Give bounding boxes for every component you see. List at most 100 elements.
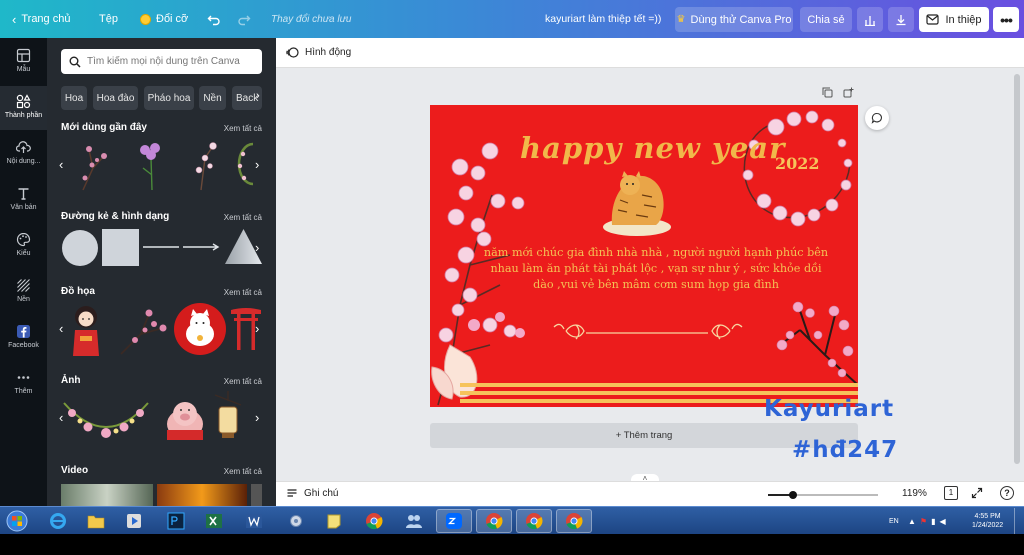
see-all-photos[interactable]: Xem tất cả: [224, 377, 262, 386]
chip-hoa[interactable]: Hoa: [61, 86, 87, 110]
page-count-button[interactable]: 1: [944, 486, 958, 500]
notes-button[interactable]: Ghi chú: [286, 487, 338, 499]
zoom-slider-track[interactable]: [768, 491, 878, 499]
photo-flower-garland-thumb[interactable]: [62, 393, 150, 445]
recent-wreath-thumb[interactable]: [235, 140, 257, 188]
see-all-graphics[interactable]: Xem tất cả: [224, 288, 262, 297]
video-thumb-2[interactable]: [157, 484, 247, 506]
recent-scroll-right[interactable]: ›: [255, 157, 259, 172]
signal-icon[interactable]: ▮: [931, 517, 935, 526]
taskbar-photoshop[interactable]: [158, 509, 194, 533]
recent-scroll-left[interactable]: ‹: [59, 157, 63, 172]
duplicate-page-icon[interactable]: [822, 87, 833, 98]
rail-item-facebook[interactable]: Facebook: [0, 324, 47, 362]
rail-item-uploads[interactable]: Nội dung...: [0, 140, 47, 178]
see-all-video[interactable]: Xem tất cả: [224, 467, 262, 476]
taskbar-excel[interactable]: [196, 509, 232, 533]
card-greeting-text[interactable]: happy new year: [520, 131, 785, 165]
help-button[interactable]: ?: [1000, 486, 1014, 500]
taskbar-app-people[interactable]: [396, 509, 432, 533]
graphic-plum-branch-thumb[interactable]: [119, 304, 169, 356]
card-wish-text[interactable]: năm mới chúc gia đình nhà nhà , người ng…: [476, 245, 836, 293]
zoom-level[interactable]: 119%: [902, 488, 927, 499]
undo-button[interactable]: [207, 0, 221, 38]
home-button[interactable]: ‹ Trang chủ: [12, 0, 70, 38]
resize-label: Đổi cỡ: [156, 13, 189, 25]
see-all-lines-shapes[interactable]: Xem tất cả: [224, 213, 262, 222]
fullscreen-icon[interactable]: [971, 487, 983, 499]
search-box[interactable]: [61, 49, 262, 74]
see-all-recent[interactable]: Xem tất cả: [224, 124, 262, 133]
taskbar-ie[interactable]: [40, 509, 76, 533]
wish-line: dào ,vui vẻ bên mâm cơm sum họp gia đình: [533, 278, 779, 291]
clock[interactable]: 4:55 PM 1/24/2022: [972, 507, 1003, 535]
taskbar-word[interactable]: [236, 509, 272, 533]
volume-icon[interactable]: ◀: [940, 517, 946, 526]
chip-nen[interactable]: Nền: [199, 86, 226, 110]
add-page-icon[interactable]: [843, 87, 854, 98]
show-desktop-button[interactable]: [1014, 508, 1022, 534]
photo-lantern-thumb[interactable]: [213, 391, 243, 445]
shape-circle-thumb[interactable]: [61, 229, 99, 267]
taskbar-chrome-4[interactable]: [556, 509, 592, 533]
upload-icon: [16, 141, 31, 153]
graphic-kokeshi-doll-thumb[interactable]: [70, 304, 102, 357]
print-button[interactable]: In thiệp: [919, 7, 989, 32]
section-title-graphics: Đồ họa: [61, 286, 95, 297]
chevron-right-icon: ›: [255, 410, 260, 425]
more-options-button[interactable]: •••: [993, 7, 1019, 32]
project-title[interactable]: kayuriart làm thiệp tết =)): [545, 0, 661, 38]
try-pro-button[interactable]: ♛ Dùng thử Canva Pro: [675, 7, 793, 32]
recent-blossom-branch-thumb[interactable]: [77, 138, 111, 192]
shapes-scroll-right[interactable]: ›: [255, 240, 259, 255]
rail-item-elements[interactable]: Thành phần: [0, 86, 47, 130]
vertical-scrollbar[interactable]: [1014, 74, 1020, 464]
insights-button[interactable]: [857, 7, 883, 32]
photos-scroll-right[interactable]: ›: [255, 410, 259, 425]
redo-button[interactable]: [237, 0, 251, 38]
share-button[interactable]: Chia sẻ: [800, 7, 852, 32]
chrome-icon: [566, 513, 583, 530]
graphic-lucky-cat-thumb[interactable]: [174, 303, 226, 355]
card-year-text[interactable]: 2022: [775, 154, 820, 173]
taskbar-explorer[interactable]: [78, 509, 114, 533]
taskbar-chrome-1[interactable]: [356, 509, 392, 533]
taskbar-chrome-3[interactable]: [516, 509, 552, 533]
taskbar-chrome-2[interactable]: [476, 509, 512, 533]
start-button[interactable]: [2, 509, 32, 533]
graphics-scroll-left[interactable]: ‹: [59, 321, 63, 336]
shape-arrow-line-thumb[interactable]: [183, 243, 221, 251]
graphics-scroll-right[interactable]: ›: [255, 321, 259, 336]
photo-piggy-thumb[interactable]: [163, 394, 207, 442]
tray-arrow-icon[interactable]: ▲: [908, 517, 916, 526]
rail-item-text[interactable]: Văn bản: [0, 186, 47, 224]
recent-pink-flower-thumb[interactable]: [135, 140, 167, 192]
taskbar-app-gear[interactable]: [278, 509, 314, 533]
animate-button[interactable]: Hình động: [286, 46, 351, 59]
recent-white-blossom-thumb[interactable]: [191, 138, 221, 192]
shape-square-thumb[interactable]: [102, 229, 139, 266]
taskbar-app-notes[interactable]: [316, 509, 352, 533]
file-menu[interactable]: Tệp: [99, 0, 118, 38]
taskbar-media[interactable]: [116, 509, 152, 533]
chip-hoa-dao[interactable]: Hoa đào: [93, 86, 138, 110]
rail-item-templates[interactable]: Mẫu: [0, 48, 47, 86]
search-input[interactable]: [87, 56, 257, 67]
rail-item-styles[interactable]: Kiểu: [0, 232, 47, 270]
resize-button[interactable]: Đổi cỡ: [140, 0, 188, 38]
rail-item-background[interactable]: Nền: [0, 278, 47, 316]
chip-phao-hoa[interactable]: Pháo hoa: [144, 86, 194, 110]
video-thumb-3[interactable]: [251, 484, 262, 506]
download-button[interactable]: [888, 7, 914, 32]
flag-icon[interactable]: ⚑: [920, 517, 927, 526]
zoom-slider-thumb[interactable]: [789, 491, 797, 499]
comment-button[interactable]: [865, 106, 889, 130]
greeting-card-page[interactable]: happy new year 2022 năm mới chúc gia đìn…: [430, 105, 858, 407]
crown-coin-icon: [140, 13, 151, 25]
tray-language[interactable]: EN: [889, 507, 899, 535]
chips-scroll-right[interactable]: ›: [256, 90, 260, 102]
taskbar-zalo[interactable]: [436, 509, 472, 533]
rail-item-more[interactable]: Thêm: [0, 370, 47, 408]
video-thumb-1[interactable]: [61, 484, 153, 506]
shape-line-thumb[interactable]: [143, 245, 179, 249]
